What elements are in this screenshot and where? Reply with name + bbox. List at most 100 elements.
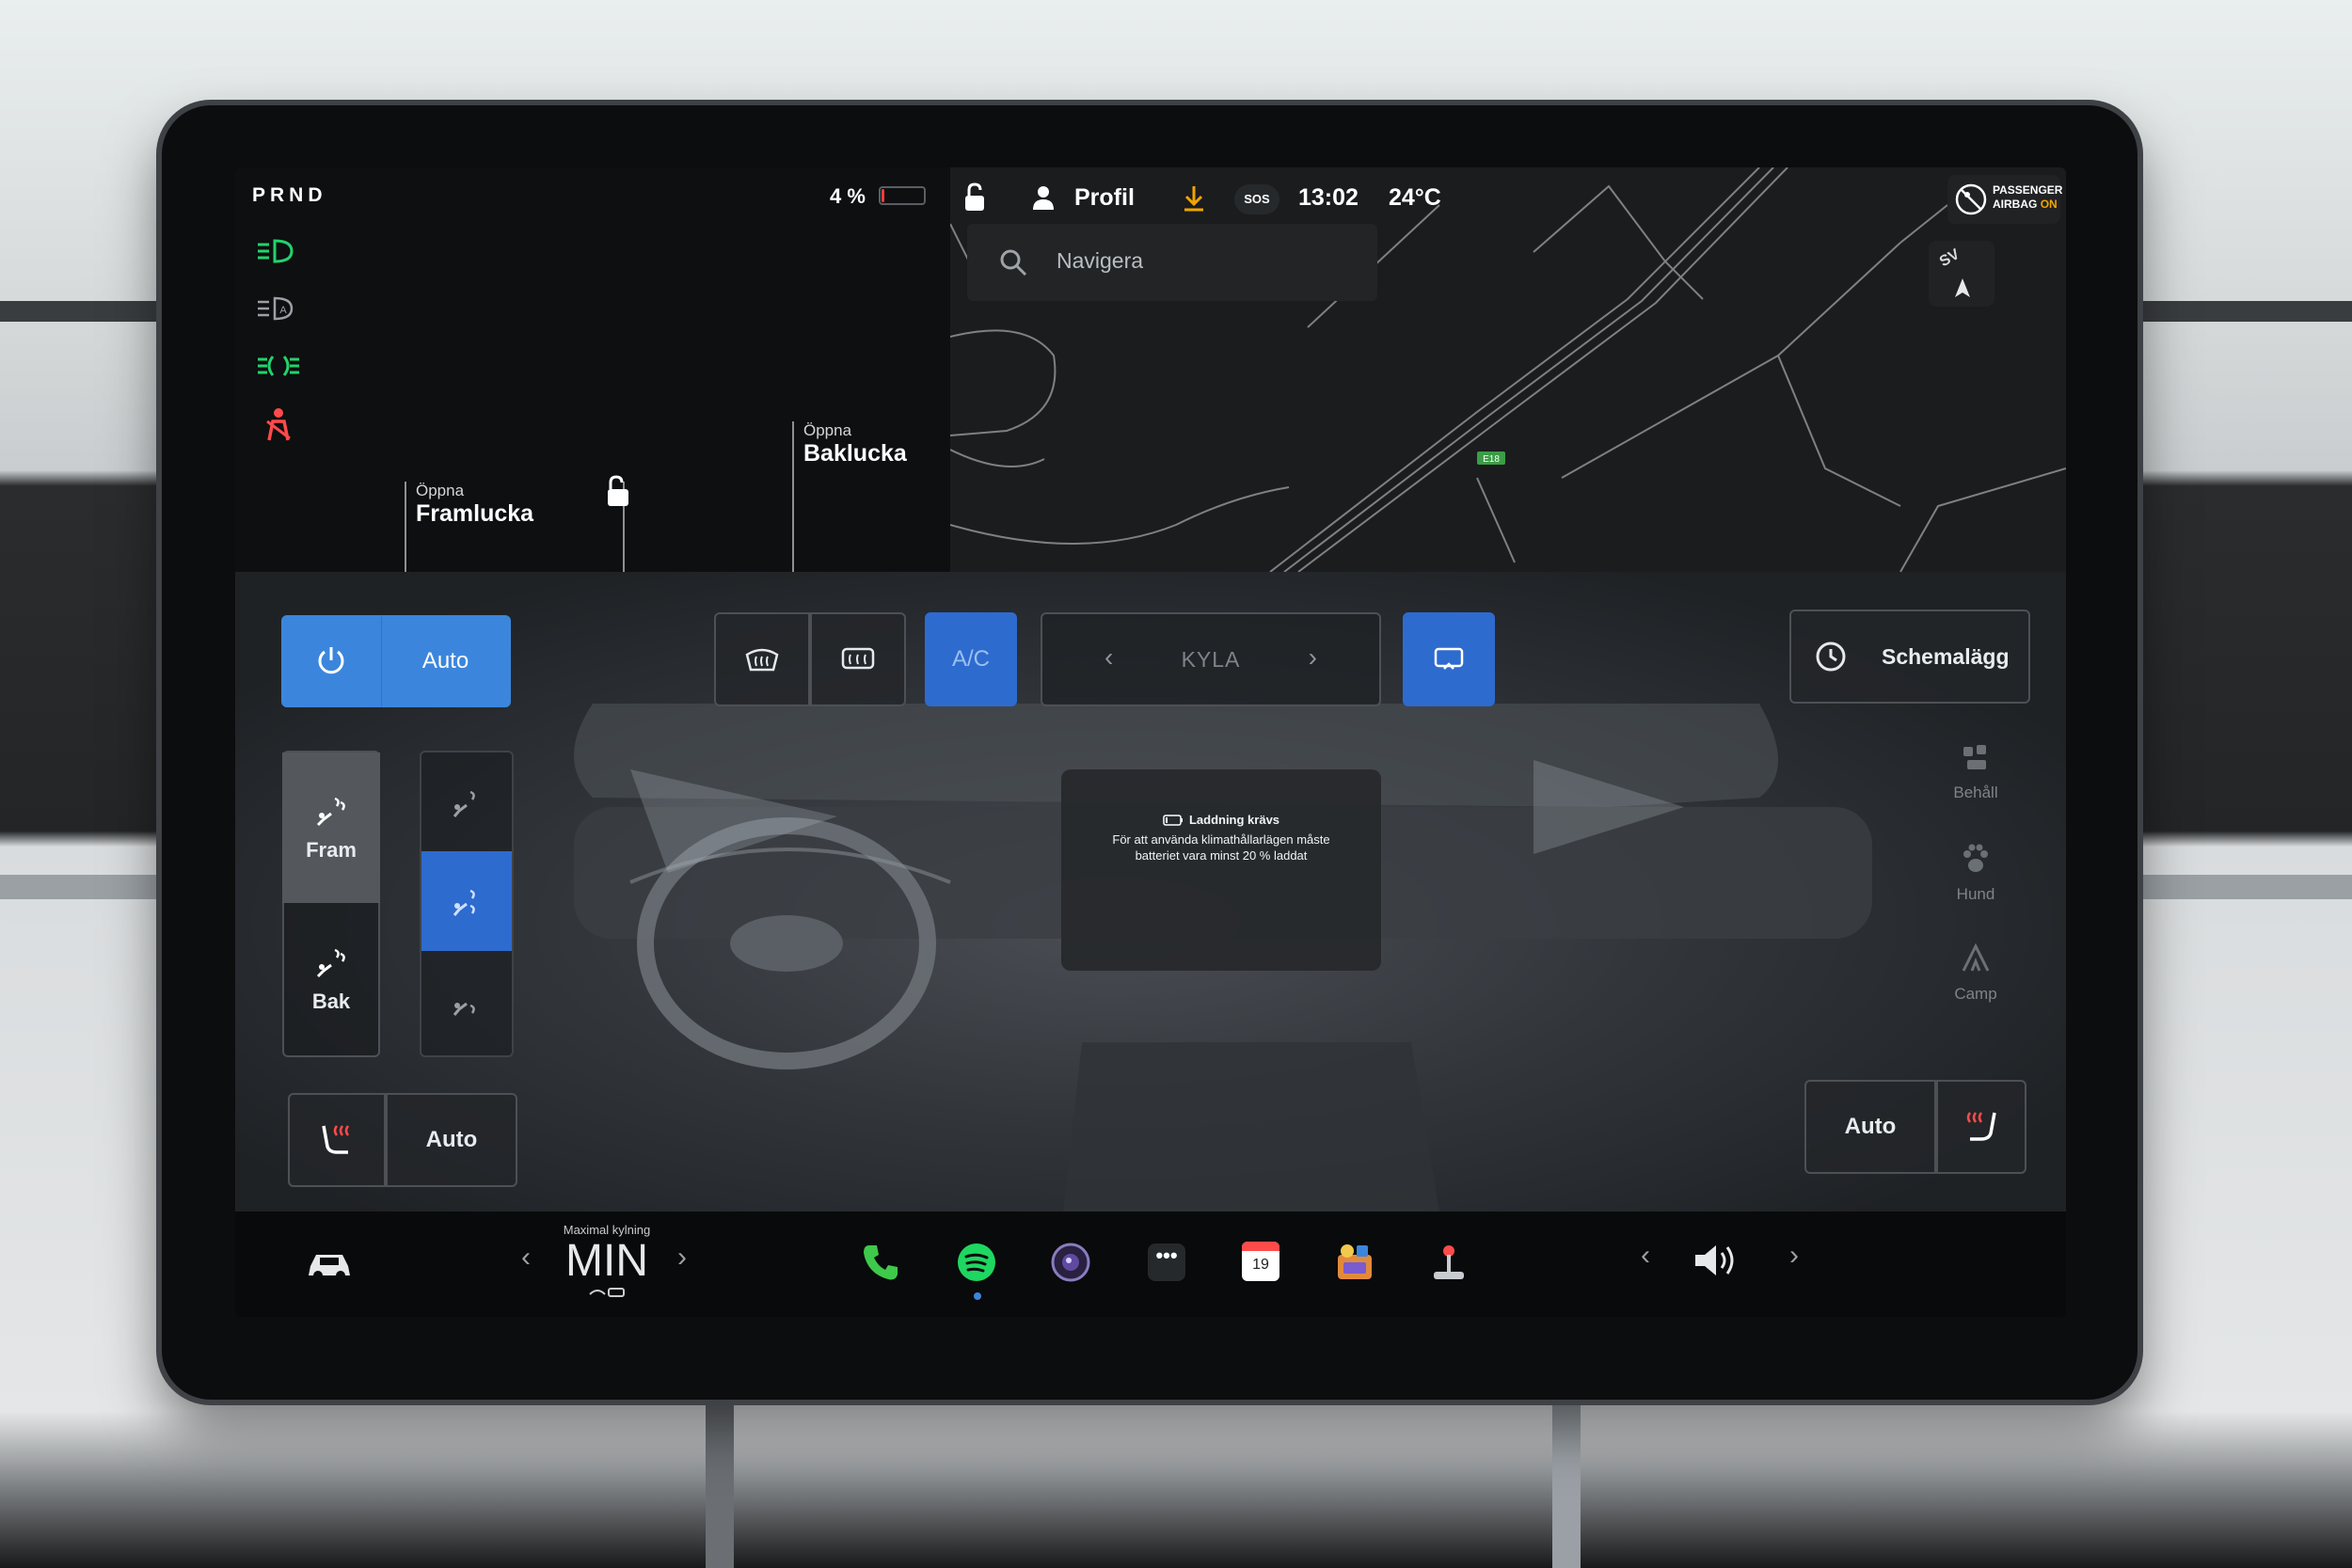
keep-climate-icon [1963,745,1986,769]
seat-heat-left-button[interactable] [288,1093,386,1187]
car-icon[interactable] [305,1247,354,1283]
vent-feet-button[interactable] [421,951,512,1050]
calendar-day: 19 [1252,1257,1269,1273]
frunk-label: Framlucka [416,500,534,527]
vent-direction-selector [420,751,514,1057]
climate-mode-selector[interactable]: ‹ KYLA › [1041,612,1381,706]
lock-status-icon[interactable] [961,182,988,213]
headlight-green-icon [258,239,294,263]
sos-button[interactable]: SOS [1234,184,1279,214]
camera-icon[interactable] [1050,1242,1091,1283]
dog-mode-label: Hund [1956,885,1995,903]
vehicle-panel: PRND 4 % A Öppna Framlucka Öppna Bakluck… [235,167,950,572]
spotify-icon[interactable] [956,1242,997,1283]
screen-mirror-button[interactable] [1403,612,1495,706]
open-frunk-button[interactable]: Öppna Framlucka [416,482,533,528]
fan-speed-control[interactable]: Maximal kylning MIN [546,1223,668,1303]
zone-front-button[interactable]: Fram [282,752,380,903]
trunk-label: Baklucka [803,440,907,467]
low-battery-icon [1163,814,1183,826]
search-icon [1000,249,1027,277]
front-defrost-button[interactable] [714,612,810,706]
toybox-icon[interactable] [1334,1242,1375,1283]
paw-icon [1963,844,1988,872]
gear-indicator: PRND [252,184,327,206]
fan-prev-chevron-icon[interactable]: ‹ [521,1242,531,1274]
recirculate-icon [1434,647,1464,670]
compass-label: SV [1936,245,1963,271]
profile-button[interactable]: Profil [1074,184,1135,212]
tent-icon [1962,942,1990,972]
rear-defrost-button[interactable] [810,612,906,706]
airbag-line2: AIRBAG [1993,198,2038,211]
volume-icon[interactable] [1692,1242,1740,1279]
camp-mode-label: Camp [1954,985,1997,1003]
keep-mode-label: Behåll [1953,784,1998,801]
airbag-status: PASSENGER AIRBAG ON [1947,175,2063,224]
mode-prev-chevron-icon[interactable]: ‹ [1104,642,1113,673]
seat-heat-right-button[interactable] [1936,1080,2026,1174]
mount-post [1552,1392,1581,1568]
defrost-mini-icon [589,1288,625,1297]
fan-value: MIN [565,1236,648,1286]
clock-icon [1816,641,1846,672]
mode-next-chevron-icon[interactable]: › [1309,642,1317,673]
zone-front-label: Fram [306,838,357,862]
rear-defrost-icon [841,647,875,670]
unlock-icon[interactable] [602,474,634,508]
mode-label: KYLA [1181,646,1241,672]
trunk-small-label: Öppna [803,421,852,439]
calendar-icon[interactable]: 19 [1242,1242,1279,1281]
airbag-icon [1955,183,1987,215]
schedule-label: Schemalägg [1882,643,2010,669]
volume-next-chevron-icon[interactable]: › [1789,1240,1799,1272]
phone-icon[interactable] [860,1242,901,1283]
road-label: E18 [1483,454,1500,465]
touchscreen: E18 Navigera SV PASSENGER AIRBAG ON PRND… [235,167,2066,1317]
volume-prev-chevron-icon[interactable]: ‹ [1641,1240,1650,1272]
mount-post-left [706,1392,734,1568]
battery-icon [879,186,926,205]
profile-icon [1033,186,1054,210]
frunk-small-label: Öppna [416,482,465,499]
airflow-zone-selector: Fram Bak [282,751,380,1057]
popup-line2: batteriet vara minst 20 % laddat [1135,848,1308,863]
map-view[interactable]: E18 Navigera SV PASSENGER AIRBAG ON [950,167,2066,572]
search-input[interactable]: Navigera [1057,248,1143,274]
seatbelt-red-icon [266,408,291,441]
camp-mode-button[interactable]: Camp [1929,942,2023,1004]
zone-rear-label: Bak [311,990,351,1013]
svg-text:A: A [279,305,287,316]
parking-light-green-icon [258,356,299,376]
vent-face-feet-button[interactable] [421,851,512,951]
active-app-dot [974,1292,981,1300]
rear-airflow-icon [316,948,345,978]
battery-fill [882,189,884,202]
vent-face-icon [453,790,475,817]
navigation-search[interactable]: Navigera [967,224,1377,301]
frunk-marker [405,482,406,572]
zone-rear-button[interactable]: Bak [282,903,380,1055]
open-trunk-button[interactable]: Öppna Baklucka [803,421,907,467]
airbag-line1: PASSENGER [1993,183,2063,197]
climate-power-button[interactable] [281,615,381,707]
dog-mode-button[interactable]: Hund [1929,843,2023,904]
fan-next-chevron-icon[interactable]: › [677,1242,687,1274]
joystick-icon[interactable] [1428,1242,1470,1283]
vent-face-button[interactable] [421,752,512,851]
compass-button[interactable]: SV [1929,241,1994,307]
more-apps-icon[interactable]: ••• [1148,1243,1185,1281]
front-defrost-icon [745,648,779,672]
vent-face-feet-icon [453,889,475,916]
power-icon [318,647,344,674]
popup-title: Laddning krävs [1188,813,1280,827]
keep-mode-button[interactable]: Behåll [1929,741,2023,802]
outside-temperature: 24°C [1389,184,1441,211]
climate-auto-button[interactable]: Auto [381,615,511,707]
seat-heat-right-auto-button[interactable]: Auto [1804,1080,1936,1174]
ac-button[interactable]: A/C [925,612,1017,706]
front-airflow-icon [316,797,345,827]
seat-heat-left-auto-button[interactable]: Auto [386,1093,517,1187]
download-icon[interactable] [1182,184,1206,213]
schedule-button[interactable]: Schemalägg [1789,610,2030,704]
